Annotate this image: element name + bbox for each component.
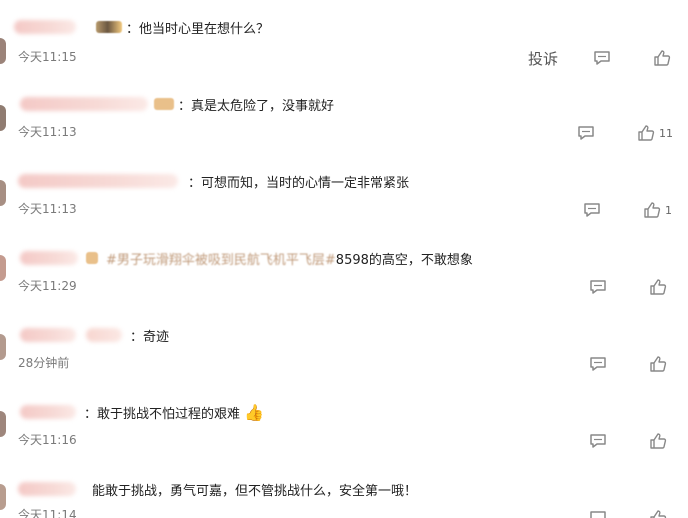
comment-text: ：他当时心里在想什么？	[126, 21, 270, 37]
user-badge	[96, 21, 122, 33]
like-button[interactable]	[652, 48, 672, 68]
comment-item: ：他当时心里在想什么？ 今天11:15 投诉	[0, 14, 688, 92]
username-blurred[interactable]	[20, 405, 76, 419]
comment-line: ：奇迹	[0, 322, 169, 348]
thumbs-up-icon	[648, 277, 668, 297]
comment-item: ：敢于挑战不怕过程的艰难 👍 今天11:16	[0, 399, 688, 477]
comment-line: #男子玩滑翔伞被吸到民航飞机平飞层# 8598的高空，不敢想象	[0, 245, 473, 271]
username-blurred[interactable]	[20, 251, 78, 265]
comment-item: #男子玩滑翔伞被吸到民航飞机平飞层# 8598的高空，不敢想象 今天11:29	[0, 245, 688, 323]
comment-item: ：可想而知，当时的心情一定非常紧张 今天11:13 1	[0, 168, 688, 246]
comment-time: 今天11:13	[18, 125, 77, 139]
comment-bubble-icon[interactable]	[582, 200, 602, 220]
comment-text: 能敢于挑战，勇气可嘉，但不管挑战什么，安全第一哦！	[92, 483, 418, 499]
comment-bubble-icon[interactable]	[592, 48, 612, 68]
thumbs-up-icon	[648, 508, 668, 518]
comment-text: ：奇迹	[130, 329, 170, 345]
comment-line: ：可想而知，当时的心情一定非常紧张	[0, 168, 409, 194]
comment-text: ：可想而知，当时的心情一定非常紧张	[188, 175, 410, 191]
comment-actions	[588, 277, 668, 297]
comment-line: ：他当时心里在想什么？	[0, 14, 269, 40]
username-blurred[interactable]	[20, 97, 148, 111]
comment-time: 今天11:13	[18, 202, 77, 216]
report-button[interactable]: 投诉	[528, 48, 558, 69]
username-blurred[interactable]	[18, 482, 76, 496]
comment-text: ：敢于挑战不怕过程的艰难	[84, 406, 241, 422]
avatar[interactable]	[0, 38, 6, 64]
comment-actions	[588, 431, 668, 451]
comment-feed: ：他当时心里在想什么？ 今天11:15 投诉 ：真是太危险了，没事就好 今天11…	[0, 0, 688, 518]
like-button[interactable]	[648, 508, 668, 518]
comment-item: ：真是太危险了，没事就好 今天11:13 11	[0, 91, 688, 169]
user-badge	[154, 98, 174, 110]
comment-time: 今天11:16	[18, 433, 77, 447]
thumbs-up-emoji-icon: 👍	[244, 402, 264, 422]
comment-time: 28分钟前	[18, 356, 70, 370]
username-blurred[interactable]	[86, 328, 122, 342]
user-badge	[86, 252, 98, 264]
comment-bubble-icon[interactable]	[588, 508, 608, 518]
comment-bubble-icon[interactable]	[588, 354, 608, 374]
like-button[interactable]: 1	[642, 200, 672, 220]
like-count: 1	[665, 203, 672, 217]
thumbs-up-icon	[648, 431, 668, 451]
thumbs-up-icon	[648, 354, 668, 374]
comment-actions: 11	[576, 123, 673, 143]
thumbs-up-icon	[652, 48, 672, 68]
comment-bubble-icon[interactable]	[576, 123, 596, 143]
comment-text: ：真是太危险了，没事就好	[178, 98, 335, 114]
topic-tag[interactable]: #男子玩滑翔伞被吸到民航飞机平飞层#	[106, 249, 336, 268]
comment-bubble-icon[interactable]	[588, 431, 608, 451]
comment-line: 能敢于挑战，勇气可嘉，但不管挑战什么，安全第一哦！	[0, 476, 417, 502]
like-button[interactable]: 11	[636, 123, 673, 143]
like-count: 11	[659, 126, 673, 140]
comment-item: ：奇迹 28分钟前	[0, 322, 688, 400]
username-blurred[interactable]	[18, 174, 178, 188]
comment-item: 能敢于挑战，勇气可嘉，但不管挑战什么，安全第一哦！ 今天11:14	[0, 476, 688, 518]
comment-time: 今天11:15	[18, 50, 77, 64]
comment-line: ：真是太危险了，没事就好	[0, 91, 334, 117]
comment-text: 8598的高空，不敢想象	[335, 252, 473, 268]
comment-actions: 1	[582, 200, 672, 220]
thumbs-up-icon	[636, 123, 656, 143]
comment-line: ：敢于挑战不怕过程的艰难 👍	[0, 399, 264, 425]
comment-time: 今天11:14	[18, 508, 77, 518]
username-blurred[interactable]	[20, 328, 76, 342]
comment-actions	[588, 508, 668, 518]
thumbs-up-icon	[642, 200, 662, 220]
like-button[interactable]	[648, 277, 668, 297]
comment-actions	[588, 354, 668, 374]
comment-bubble-icon[interactable]	[588, 277, 608, 297]
like-button[interactable]	[648, 431, 668, 451]
username-blurred[interactable]	[14, 20, 76, 34]
comment-actions: 投诉	[528, 48, 672, 68]
like-button[interactable]	[648, 354, 668, 374]
comment-time: 今天11:29	[18, 279, 77, 293]
